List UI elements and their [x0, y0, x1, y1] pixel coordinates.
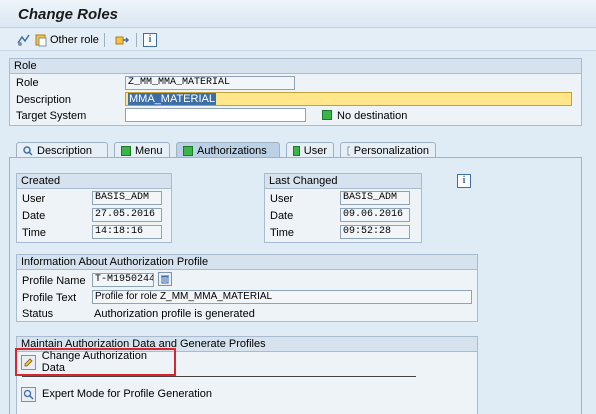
role-label: Role: [16, 77, 39, 89]
description-icon: [23, 145, 33, 156]
changed-date-label: Date: [270, 210, 294, 222]
delete-profile-button[interactable]: [158, 272, 172, 286]
info-icon: i: [143, 33, 157, 47]
profile-name-field[interactable]: T-M1950244: [92, 273, 154, 287]
last-changed-group-header: Last Changed: [265, 174, 421, 189]
other-role-icon: [35, 34, 47, 47]
status-label: Status: [22, 308, 54, 320]
tab-menu[interactable]: Menu: [114, 142, 170, 158]
status-value: Authorization profile is generated: [94, 308, 255, 320]
created-date-label: Date: [22, 210, 46, 222]
created-user-label: User: [22, 193, 46, 205]
created-group-header: Created: [17, 174, 171, 189]
profile-text-label: Profile Text: [22, 292, 77, 304]
created-time-field[interactable]: 14:18:16: [92, 225, 162, 239]
created-date-field[interactable]: 27.05.2016: [92, 208, 162, 222]
other-role-button[interactable]: Other role: [34, 32, 99, 48]
application-toolbar: Other role i: [0, 29, 596, 51]
expert-mode-label: Expert Mode for Profile Generation: [42, 388, 212, 400]
expert-mode-button[interactable]: Expert Mode for Profile Generation: [21, 386, 221, 402]
transport-icon: [115, 36, 130, 45]
display-change-button[interactable]: [16, 32, 32, 48]
display-change-icon: [17, 34, 30, 46]
tab-strip: Description Menu Authorizations User Per…: [16, 142, 436, 158]
tab-description[interactable]: Description: [16, 142, 108, 158]
changed-time-label: Time: [270, 227, 295, 239]
changed-user-label: User: [270, 193, 294, 205]
target-system-field[interactable]: [125, 108, 306, 122]
changed-date-field[interactable]: 09.06.2016: [340, 208, 410, 222]
tab-label: Description: [37, 144, 93, 157]
tab-label: User: [303, 144, 327, 157]
divider: [22, 376, 416, 377]
tab-label: Authorizations: [197, 144, 267, 157]
changed-time-field[interactable]: 09:52:28: [340, 225, 410, 239]
trash-icon: [161, 275, 169, 284]
expert-mode-icon: [21, 386, 36, 402]
target-system-label: Target System: [16, 110, 87, 122]
role-field[interactable]: Z_MM_MMA_MATERIAL: [125, 76, 295, 90]
changed-user-field[interactable]: BASIS_ADM: [340, 191, 410, 205]
created-time-label: Time: [22, 227, 47, 239]
tab-personalization[interactable]: Personalization: [340, 142, 436, 158]
edit-pencil-icon: [21, 354, 36, 370]
other-role-label: Other role: [50, 34, 99, 46]
info-button[interactable]: i: [143, 32, 157, 48]
info-icon[interactable]: i: [457, 174, 471, 188]
personalization-icon: [347, 146, 350, 155]
transport-button[interactable]: [114, 32, 130, 48]
created-user-field[interactable]: BASIS_ADM: [92, 191, 162, 205]
description-field[interactable]: MMA_MATERIAL: [125, 92, 572, 106]
profile-name-label: Profile Name: [22, 275, 86, 287]
tab-user[interactable]: User: [286, 142, 334, 158]
title-bar: Change Roles: [0, 0, 596, 28]
change-authorization-label: Change Authorization Data: [41, 350, 147, 374]
tab-label: Personalization: [353, 144, 429, 157]
toolbar-separator: [104, 33, 105, 47]
status-green-icon: [121, 145, 131, 156]
auth-profile-group-header: Information About Authorization Profile: [17, 255, 477, 270]
description-value: MMA_MATERIAL: [128, 93, 216, 105]
status-green-icon: [322, 110, 332, 120]
change-authorization-data-button[interactable]: Change Authorization Data: [21, 350, 171, 374]
role-group-header: Role: [10, 59, 581, 74]
toolbar-separator: [136, 33, 137, 47]
status-green-icon: [293, 145, 300, 156]
status-green-icon: [183, 145, 193, 156]
no-destination-text: No destination: [337, 110, 408, 122]
tab-label: Menu: [135, 144, 163, 157]
tab-authorizations[interactable]: Authorizations: [176, 142, 280, 158]
page-title: Change Roles: [18, 6, 119, 23]
description-label: Description: [16, 94, 72, 106]
profile-text-field[interactable]: Profile for role Z_MM_MMA_MATERIAL: [92, 290, 472, 304]
